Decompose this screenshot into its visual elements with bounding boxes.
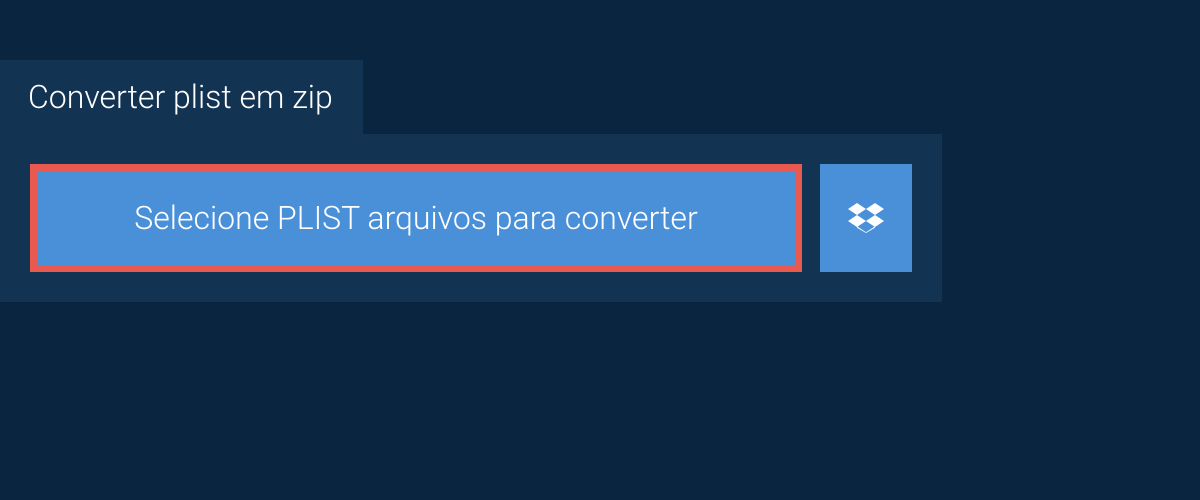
select-files-label: Selecione PLIST arquivos para converter	[134, 199, 698, 237]
button-row: Selecione PLIST arquivos para converter	[30, 164, 912, 272]
dropbox-button[interactable]	[820, 164, 912, 272]
dropbox-icon	[848, 200, 884, 236]
select-files-button[interactable]: Selecione PLIST arquivos para converter	[30, 164, 802, 272]
page-container: Converter plist em zip Selecione PLIST a…	[0, 0, 1200, 302]
tab-title: Converter plist em zip	[28, 78, 333, 116]
tab-converter[interactable]: Converter plist em zip	[0, 60, 363, 134]
tab-container: Converter plist em zip	[0, 60, 1200, 134]
upload-panel: Selecione PLIST arquivos para converter	[0, 134, 942, 302]
